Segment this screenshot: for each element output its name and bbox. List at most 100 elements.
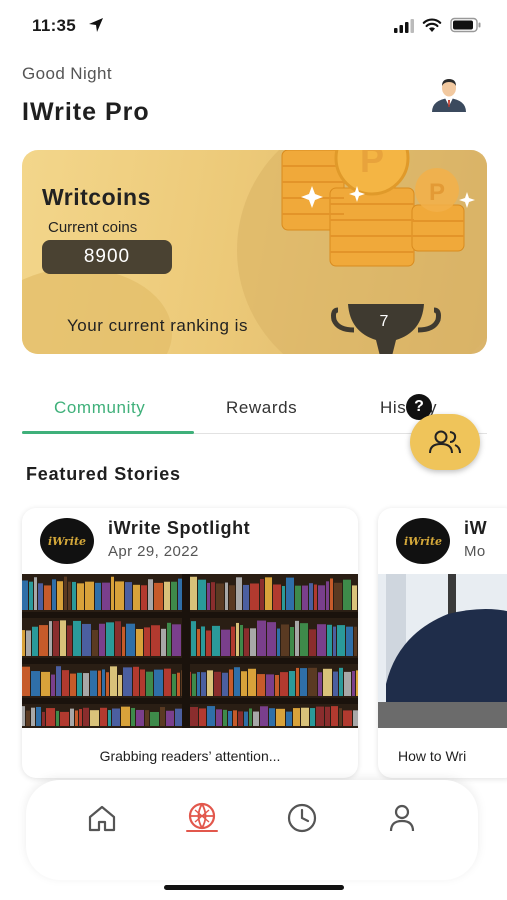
book-spine: [177, 672, 180, 696]
signal-icon: [394, 19, 414, 33]
book-spine: [112, 708, 120, 726]
card-decoration: [22, 268, 172, 354]
book-spine: [250, 628, 256, 656]
book-spine: [330, 578, 333, 610]
book-spine: [98, 670, 101, 696]
book-spine: [31, 707, 35, 726]
bottom-nav: [26, 780, 478, 880]
book-spine: [353, 710, 358, 726]
book-spine: [172, 624, 181, 656]
coins-value: 8900: [42, 240, 172, 274]
book-spine: [300, 623, 308, 656]
book-spine: [238, 711, 243, 726]
story-author: iWrite Spotlight: [108, 518, 251, 538]
book-spine: [190, 706, 198, 726]
nav-explore[interactable]: [182, 798, 222, 838]
book-spine: [51, 674, 55, 696]
book-spine: [62, 670, 69, 696]
history-icon: [287, 803, 317, 833]
nav-profile[interactable]: [382, 798, 422, 838]
story-card[interactable]: iWrite iWrite Spotlight Apr 29, 2022 Gra…: [22, 508, 358, 778]
community-fab-button[interactable]: [410, 414, 480, 470]
book-spine: [102, 669, 105, 696]
book-spine: [280, 672, 288, 696]
book-spine: [339, 708, 342, 726]
book-spine: [108, 710, 111, 726]
book-spine: [140, 669, 145, 696]
book-spine: [191, 621, 196, 656]
logo-text: iWrite: [47, 534, 87, 548]
book-spine: [289, 671, 295, 696]
book-spine: [131, 707, 135, 726]
tab-rewards[interactable]: Rewards: [226, 398, 297, 418]
book-spine: [266, 674, 274, 696]
book-spine: [323, 668, 332, 696]
book-spine: [154, 669, 163, 696]
book-spine: [273, 584, 281, 610]
book-spine: [257, 620, 266, 656]
book-spine: [309, 583, 313, 610]
book-spine: [171, 581, 177, 610]
book-spine: [333, 671, 338, 696]
nav-history[interactable]: [282, 798, 322, 838]
book-spine: [216, 709, 222, 726]
story-author: iW: [464, 518, 488, 538]
book-spine: [346, 626, 353, 656]
book-spine: [56, 710, 59, 726]
book-spine: [144, 627, 150, 656]
book-spine: [275, 674, 279, 696]
book-spine: [164, 668, 171, 696]
tab-community[interactable]: Community: [54, 398, 145, 418]
book-spine: [295, 620, 299, 656]
iwrite-logo: iWrite: [396, 518, 450, 564]
book-spine: [115, 581, 124, 610]
profile-icon: [389, 804, 415, 832]
writcoins-card[interactable]: P P Writcoins Current coins 8900 Your cu…: [22, 150, 487, 354]
book-spine: [39, 625, 48, 656]
book-spine: [102, 582, 110, 610]
book-spine: [73, 620, 81, 656]
ranking-value: 7: [379, 313, 389, 330]
svg-text:P: P: [429, 179, 445, 206]
nav-home[interactable]: [82, 798, 122, 838]
book-spine: [260, 706, 268, 726]
book-spine: [221, 629, 230, 656]
book-spine: [111, 576, 114, 610]
book-spine: [166, 710, 174, 726]
book-spine: [60, 620, 66, 656]
book-spine: [77, 672, 82, 696]
book-spine: [354, 626, 357, 656]
book-spine: [211, 582, 215, 610]
book-spine: [301, 707, 309, 726]
book-spine: [22, 706, 25, 726]
bookshelf-image: [22, 574, 358, 728]
book-spine: [90, 670, 97, 696]
book-spine: [308, 667, 317, 696]
book-spine: [296, 667, 299, 696]
book-spine: [201, 626, 205, 656]
book-spine: [316, 706, 324, 726]
location-arrow-icon: [89, 18, 103, 32]
book-spine: [41, 671, 50, 696]
book-spine: [244, 711, 248, 726]
story-date: Apr 29, 2022: [108, 543, 199, 560]
book-spine: [286, 711, 292, 726]
story-card[interactable]: iWrite iW Mo How to Wri: [378, 508, 507, 778]
book-spine: [243, 584, 249, 610]
avatar[interactable]: [428, 76, 470, 112]
book-spine: [44, 585, 51, 610]
book-spine: [172, 673, 176, 696]
book-spine: [334, 582, 342, 610]
book-spine: [333, 626, 336, 656]
book-spine: [236, 577, 242, 610]
book-spine: [267, 622, 276, 656]
book-spine: [136, 709, 144, 726]
story-caption: How to Wri: [398, 748, 467, 764]
featured-stories-heading: Featured Stories: [26, 464, 181, 484]
book-spine: [339, 667, 343, 696]
book-spine: [92, 629, 98, 656]
book-spine: [276, 708, 285, 726]
book-spine: [141, 585, 147, 610]
book-spine: [29, 581, 33, 610]
book-spine: [300, 668, 307, 696]
